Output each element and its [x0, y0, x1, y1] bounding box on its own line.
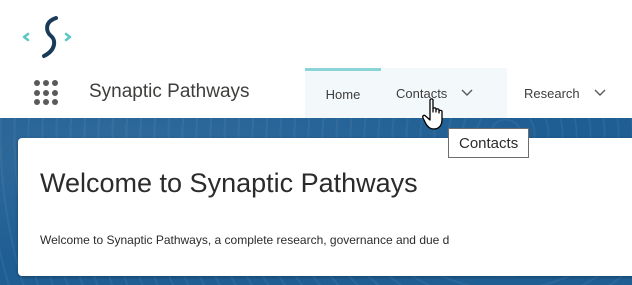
app-launcher-grid-icon[interactable] — [34, 80, 60, 106]
contacts-tooltip: Contacts — [448, 128, 530, 158]
tab-home[interactable]: Home — [305, 68, 381, 118]
hand-cursor-icon — [422, 98, 443, 130]
chevron-down-icon[interactable] — [594, 89, 606, 97]
welcome-text: Welcome to Synaptic Pathways, a complete… — [40, 233, 450, 247]
tab-research-label: Research — [524, 85, 580, 101]
global-nav: Synaptic Pathways Home Contacts Research — [0, 68, 632, 118]
welcome-title: Welcome to Synaptic Pathways — [40, 168, 418, 198]
tab-research[interactable]: Research — [507, 68, 632, 118]
chevron-down-icon[interactable] — [461, 89, 473, 97]
welcome-card: Welcome to Synaptic Pathways Welcome to … — [18, 138, 632, 276]
tab-home-label: Home — [325, 87, 361, 102]
synaptic-logo-icon — [22, 16, 72, 58]
app-name: Synaptic Pathways — [89, 81, 250, 102]
